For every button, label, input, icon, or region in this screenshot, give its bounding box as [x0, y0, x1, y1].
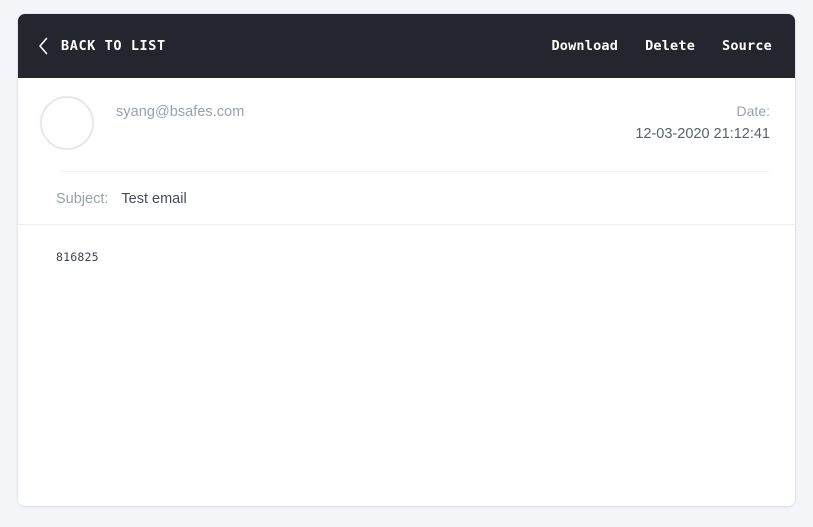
date-label: Date: [736, 103, 770, 119]
source-button[interactable]: Source [722, 38, 772, 54]
email-detail-card: BACK TO LIST Download Delete Source syan… [18, 14, 795, 506]
delete-button[interactable]: Delete [645, 38, 695, 54]
email-toolbar: BACK TO LIST Download Delete Source [18, 14, 795, 78]
toolbar-actions: Download Delete Source [551, 38, 772, 54]
sender-email: syang@bsafes.com [116, 104, 245, 120]
download-button[interactable]: Download [551, 38, 618, 54]
subject-value: Test email [121, 190, 187, 207]
avatar [40, 96, 94, 150]
subject-row: Subject: Test email [18, 172, 795, 225]
email-body-text: 816825 [56, 250, 99, 264]
subject-label: Subject: [56, 190, 109, 207]
date-value: 12-03-2020 21:12:41 [635, 126, 770, 143]
date-block: Date: 12-03-2020 21:12:41 [635, 100, 770, 147]
back-to-list-label: BACK TO LIST [61, 38, 166, 54]
email-body: 816825 [18, 225, 795, 506]
email-viewer-screen: BACK TO LIST Download Delete Source syan… [0, 0, 813, 527]
sender-row: syang@bsafes.com Date: 12-03-2020 21:12:… [18, 78, 795, 172]
subject-divider [18, 224, 795, 225]
back-to-list-button[interactable]: BACK TO LIST [36, 36, 166, 56]
chevron-left-icon [36, 36, 50, 56]
